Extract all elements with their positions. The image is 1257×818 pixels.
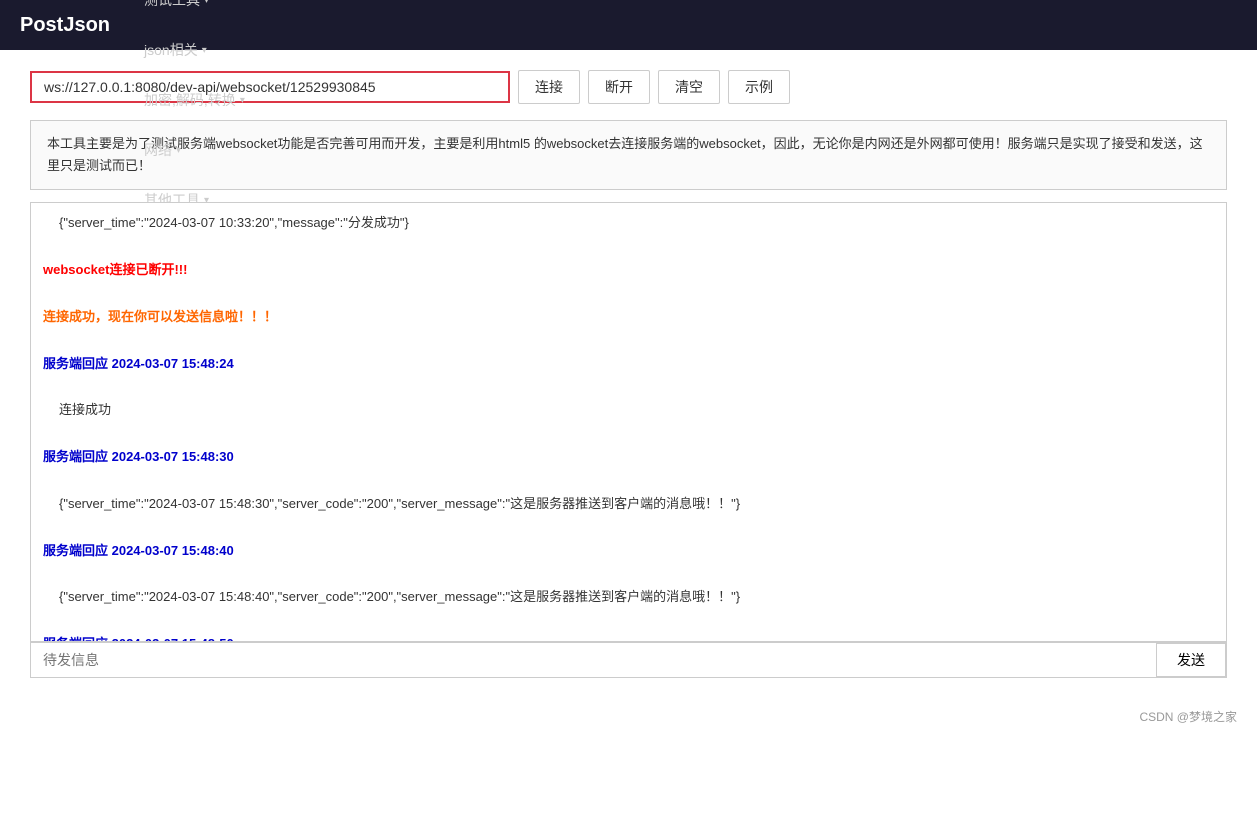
navbar: PostJson Home文章夜间模式测试工具 ▾json相关 ▾加密,解码,转… [0,0,1257,50]
log-line: {"server_time":"2024-03-07 10:33:20","me… [43,211,1214,234]
message-log[interactable]: {"server_time":"2024-03-07 10:33:20","me… [30,202,1227,642]
brand: PostJson [10,14,130,37]
log-line: 服务端回应 2024-03-07 15:48:40 [43,539,1214,562]
log-line: 连接成功 [43,398,1214,421]
chevron-down-icon: ▾ [202,45,207,56]
send-button[interactable]: 发送 [1156,643,1226,677]
nav-item-加密,解码,转换[interactable]: 加密,解码,转换 ▾ [130,75,259,125]
log-line: 服务端回应 2024-03-07 15:48:50 [43,632,1214,642]
log-line: 服务端回应 2024-03-07 15:48:24 [43,352,1214,375]
disconnect-button[interactable]: 断开 [588,70,650,104]
log-line: {"server_time":"2024-03-07 15:48:30","se… [43,492,1214,515]
nav-items: Home文章夜间模式测试工具 ▾json相关 ▾加密,解码,转换 ▾网络 ▾其他… [130,0,259,225]
footer-text: CSDN @梦境之家 [1139,710,1237,724]
connect-button[interactable]: 连接 [518,70,580,104]
send-input[interactable] [31,643,1156,677]
example-button[interactable]: 示例 [728,70,790,104]
log-line: websocket连接已断开!!! [43,258,1214,281]
log-line: {"server_time":"2024-03-07 15:48:40","se… [43,585,1214,608]
log-line: 服务端回应 2024-03-07 15:48:30 [43,445,1214,468]
chevron-down-icon: ▾ [204,0,209,6]
nav-item-json相关[interactable]: json相关 ▾ [130,25,259,75]
nav-item-测试工具[interactable]: 测试工具 ▾ [130,0,259,25]
nav-item-网络[interactable]: 网络 ▾ [130,125,259,175]
log-line: 连接成功，现在你可以发送信息啦！！！ [43,305,1214,328]
websocket-url-input[interactable] [30,71,510,103]
clear-button[interactable]: 清空 [658,70,720,104]
chevron-down-icon: ▾ [240,95,245,106]
footer: CSDN @梦境之家 [0,698,1257,735]
chevron-down-icon: ▾ [176,145,181,156]
send-bar: 发送 [30,642,1227,678]
